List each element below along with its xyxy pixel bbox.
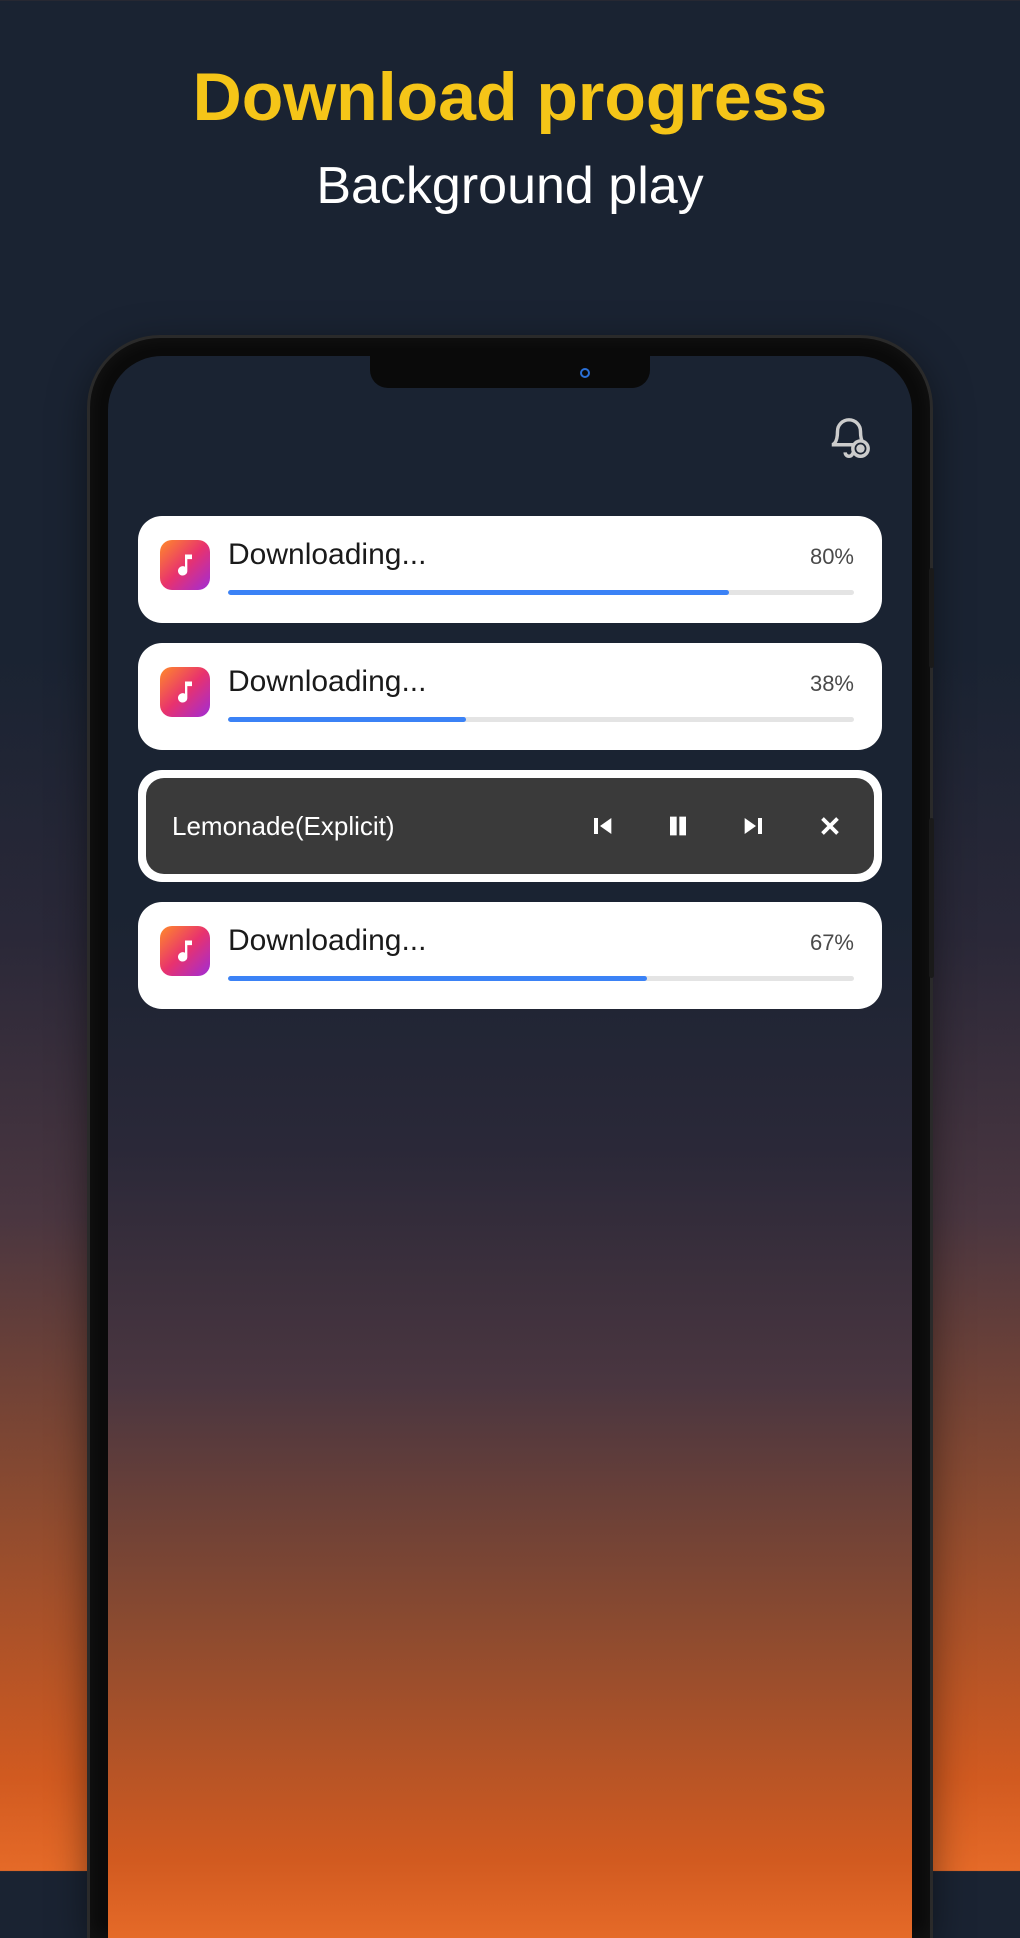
download-percent: 80% — [810, 544, 854, 570]
download-label: Downloading... — [228, 538, 426, 572]
phone-side-button — [929, 818, 934, 978]
page-subtitle: Background play — [0, 156, 1020, 216]
progress-fill — [228, 717, 466, 722]
camera-icon — [580, 368, 590, 378]
progress-fill — [228, 590, 729, 595]
phone-side-button — [929, 568, 934, 668]
download-card[interactable]: Downloading... 67% — [138, 902, 882, 1009]
music-app-icon — [160, 667, 210, 717]
next-track-button[interactable] — [736, 808, 772, 844]
phone-frame: Downloading... 80% Downloading... 38% — [90, 338, 930, 1938]
download-card[interactable]: Downloading... 38% — [138, 643, 882, 750]
player-track-title: Lemonade(Explicit) — [172, 811, 560, 842]
download-percent: 67% — [810, 930, 854, 956]
download-label: Downloading... — [228, 665, 426, 699]
page-title: Download progress — [0, 58, 1020, 136]
progress-bar — [228, 717, 854, 722]
download-label: Downloading... — [228, 924, 426, 958]
progress-fill — [228, 976, 647, 981]
download-percent: 38% — [810, 671, 854, 697]
music-app-icon — [160, 926, 210, 976]
pause-button[interactable] — [660, 808, 696, 844]
progress-bar — [228, 590, 854, 595]
previous-track-button[interactable] — [584, 808, 620, 844]
close-button[interactable] — [812, 808, 848, 844]
download-card[interactable]: Downloading... 80% — [138, 516, 882, 623]
progress-bar — [228, 976, 854, 981]
phone-notch — [370, 356, 650, 388]
phone-screen: Downloading... 80% Downloading... 38% — [108, 356, 912, 1938]
status-bar — [826, 416, 872, 462]
notification-list: Downloading... 80% Downloading... 38% — [138, 516, 882, 1009]
player-notification[interactable]: Lemonade(Explicit) — [138, 770, 882, 882]
music-app-icon — [160, 540, 210, 590]
notification-settings-icon[interactable] — [826, 416, 872, 462]
